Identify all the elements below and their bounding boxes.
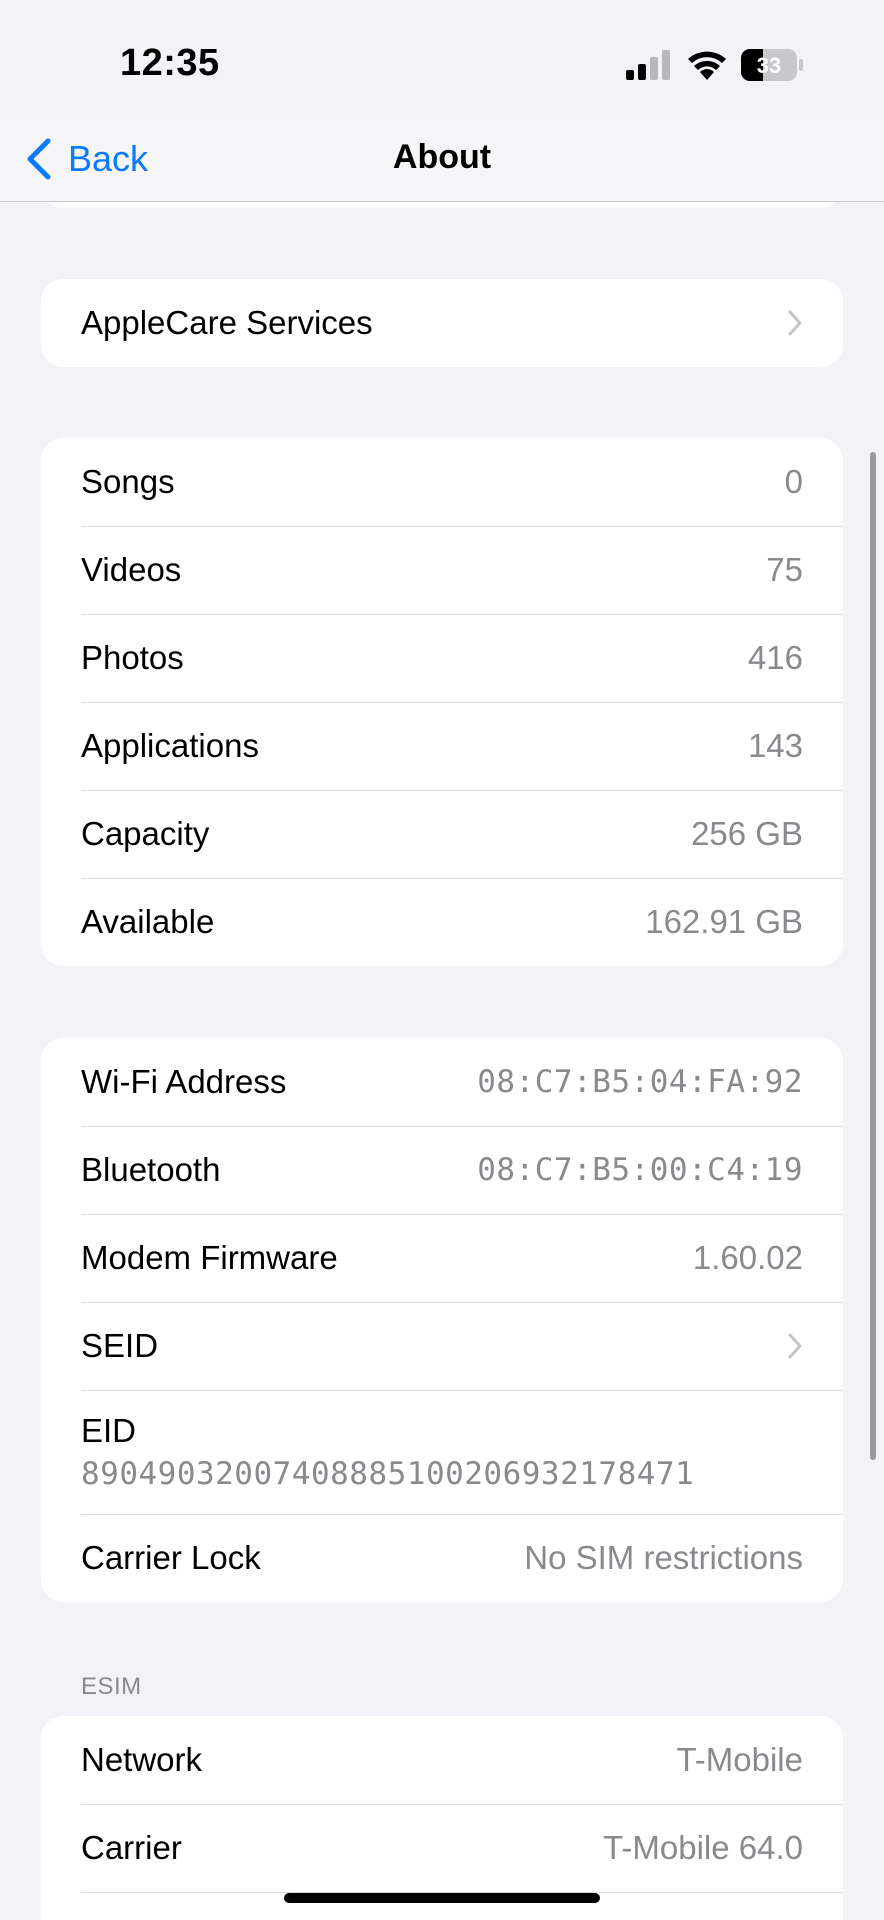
network-value: T-Mobile [676, 1741, 803, 1778]
esim-section-header: ESIM [81, 1673, 142, 1700]
wifi-icon [688, 51, 726, 80]
carrier-label: Carrier [81, 1829, 182, 1866]
eid-value: 89049032007408885100206932178471 [81, 1456, 695, 1492]
media-info-group: Songs 0 Videos 75 Photos 416 Application… [41, 438, 843, 966]
photos-value: 416 [747, 639, 803, 676]
photos-row: Photos 416 [41, 614, 843, 702]
status-time: 12:35 [120, 42, 220, 84]
carrier-lock-row: Carrier Lock No SIM restrictions [41, 1514, 843, 1602]
carrier-value: T-Mobile 64.0 [603, 1829, 803, 1866]
eid-label: EID [81, 1412, 137, 1449]
carrier-lock-value: No SIM restrictions [524, 1539, 803, 1576]
available-value: 162.91 GB [645, 903, 803, 940]
network-row: Network T-Mobile [41, 1716, 843, 1804]
battery-icon: 33 [741, 49, 803, 81]
songs-value: 0 [784, 463, 803, 500]
bluetooth-label: Bluetooth [81, 1151, 221, 1188]
songs-label: Songs [81, 463, 175, 500]
esim-group: Network T-Mobile Carrier T-Mobile 64.0 [41, 1716, 843, 1920]
status-bar: 12:35 33 [0, 0, 884, 120]
seid-row[interactable]: SEID [41, 1302, 843, 1390]
applecare-services-label: AppleCare Services [81, 304, 373, 341]
videos-row: Videos 75 [41, 526, 843, 614]
capacity-label: Capacity [81, 815, 210, 852]
available-row: Available 162.91 GB [41, 878, 843, 966]
seid-label: SEID [81, 1327, 159, 1364]
scrollbar[interactable] [870, 452, 876, 1460]
eid-row[interactable]: EID 89049032007408885100206932178471 [41, 1390, 843, 1514]
wifi-address-label: Wi-Fi Address [81, 1063, 287, 1100]
carrier-lock-label: Carrier Lock [81, 1539, 261, 1576]
applications-label: Applications [81, 727, 259, 764]
photos-label: Photos [81, 639, 184, 676]
modem-firmware-value: 1.60.02 [692, 1239, 803, 1276]
chevron-right-icon [788, 1333, 802, 1359]
videos-value: 75 [766, 551, 803, 588]
applications-value: 143 [747, 727, 803, 764]
device-identifiers-group: Wi-Fi Address 08:C7:B5:04:FA:92 Bluetoot… [41, 1038, 843, 1602]
wifi-address-value: 08:C7:B5:04:FA:92 [477, 1064, 803, 1100]
applecare-services-row[interactable]: AppleCare Services [41, 279, 843, 367]
songs-row: Songs 0 [41, 438, 843, 526]
chevron-right-icon [788, 310, 802, 336]
home-indicator[interactable] [284, 1893, 600, 1903]
carrier-row[interactable]: Carrier T-Mobile 64.0 [41, 1804, 843, 1892]
modem-firmware-row[interactable]: Modem Firmware 1.60.02 [41, 1214, 843, 1302]
network-label: Network [81, 1741, 203, 1778]
available-label: Available [81, 903, 215, 940]
page-title: About [392, 138, 492, 176]
navigation-bar: Back About [0, 120, 884, 202]
wifi-address-row[interactable]: Wi-Fi Address 08:C7:B5:04:FA:92 [41, 1038, 843, 1126]
bluetooth-value: 08:C7:B5:00:C4:19 [477, 1152, 803, 1188]
capacity-row: Capacity 256 GB [41, 790, 843, 878]
applications-row: Applications 143 [41, 702, 843, 790]
applecare-group: AppleCare Services [41, 279, 843, 367]
battery-level: 33 [757, 53, 781, 78]
bluetooth-row[interactable]: Bluetooth 08:C7:B5:00:C4:19 [41, 1126, 843, 1214]
modem-firmware-label: Modem Firmware [81, 1239, 338, 1276]
cellular-signal-icon [626, 50, 670, 80]
videos-label: Videos [81, 551, 182, 588]
capacity-value: 256 GB [691, 815, 803, 852]
